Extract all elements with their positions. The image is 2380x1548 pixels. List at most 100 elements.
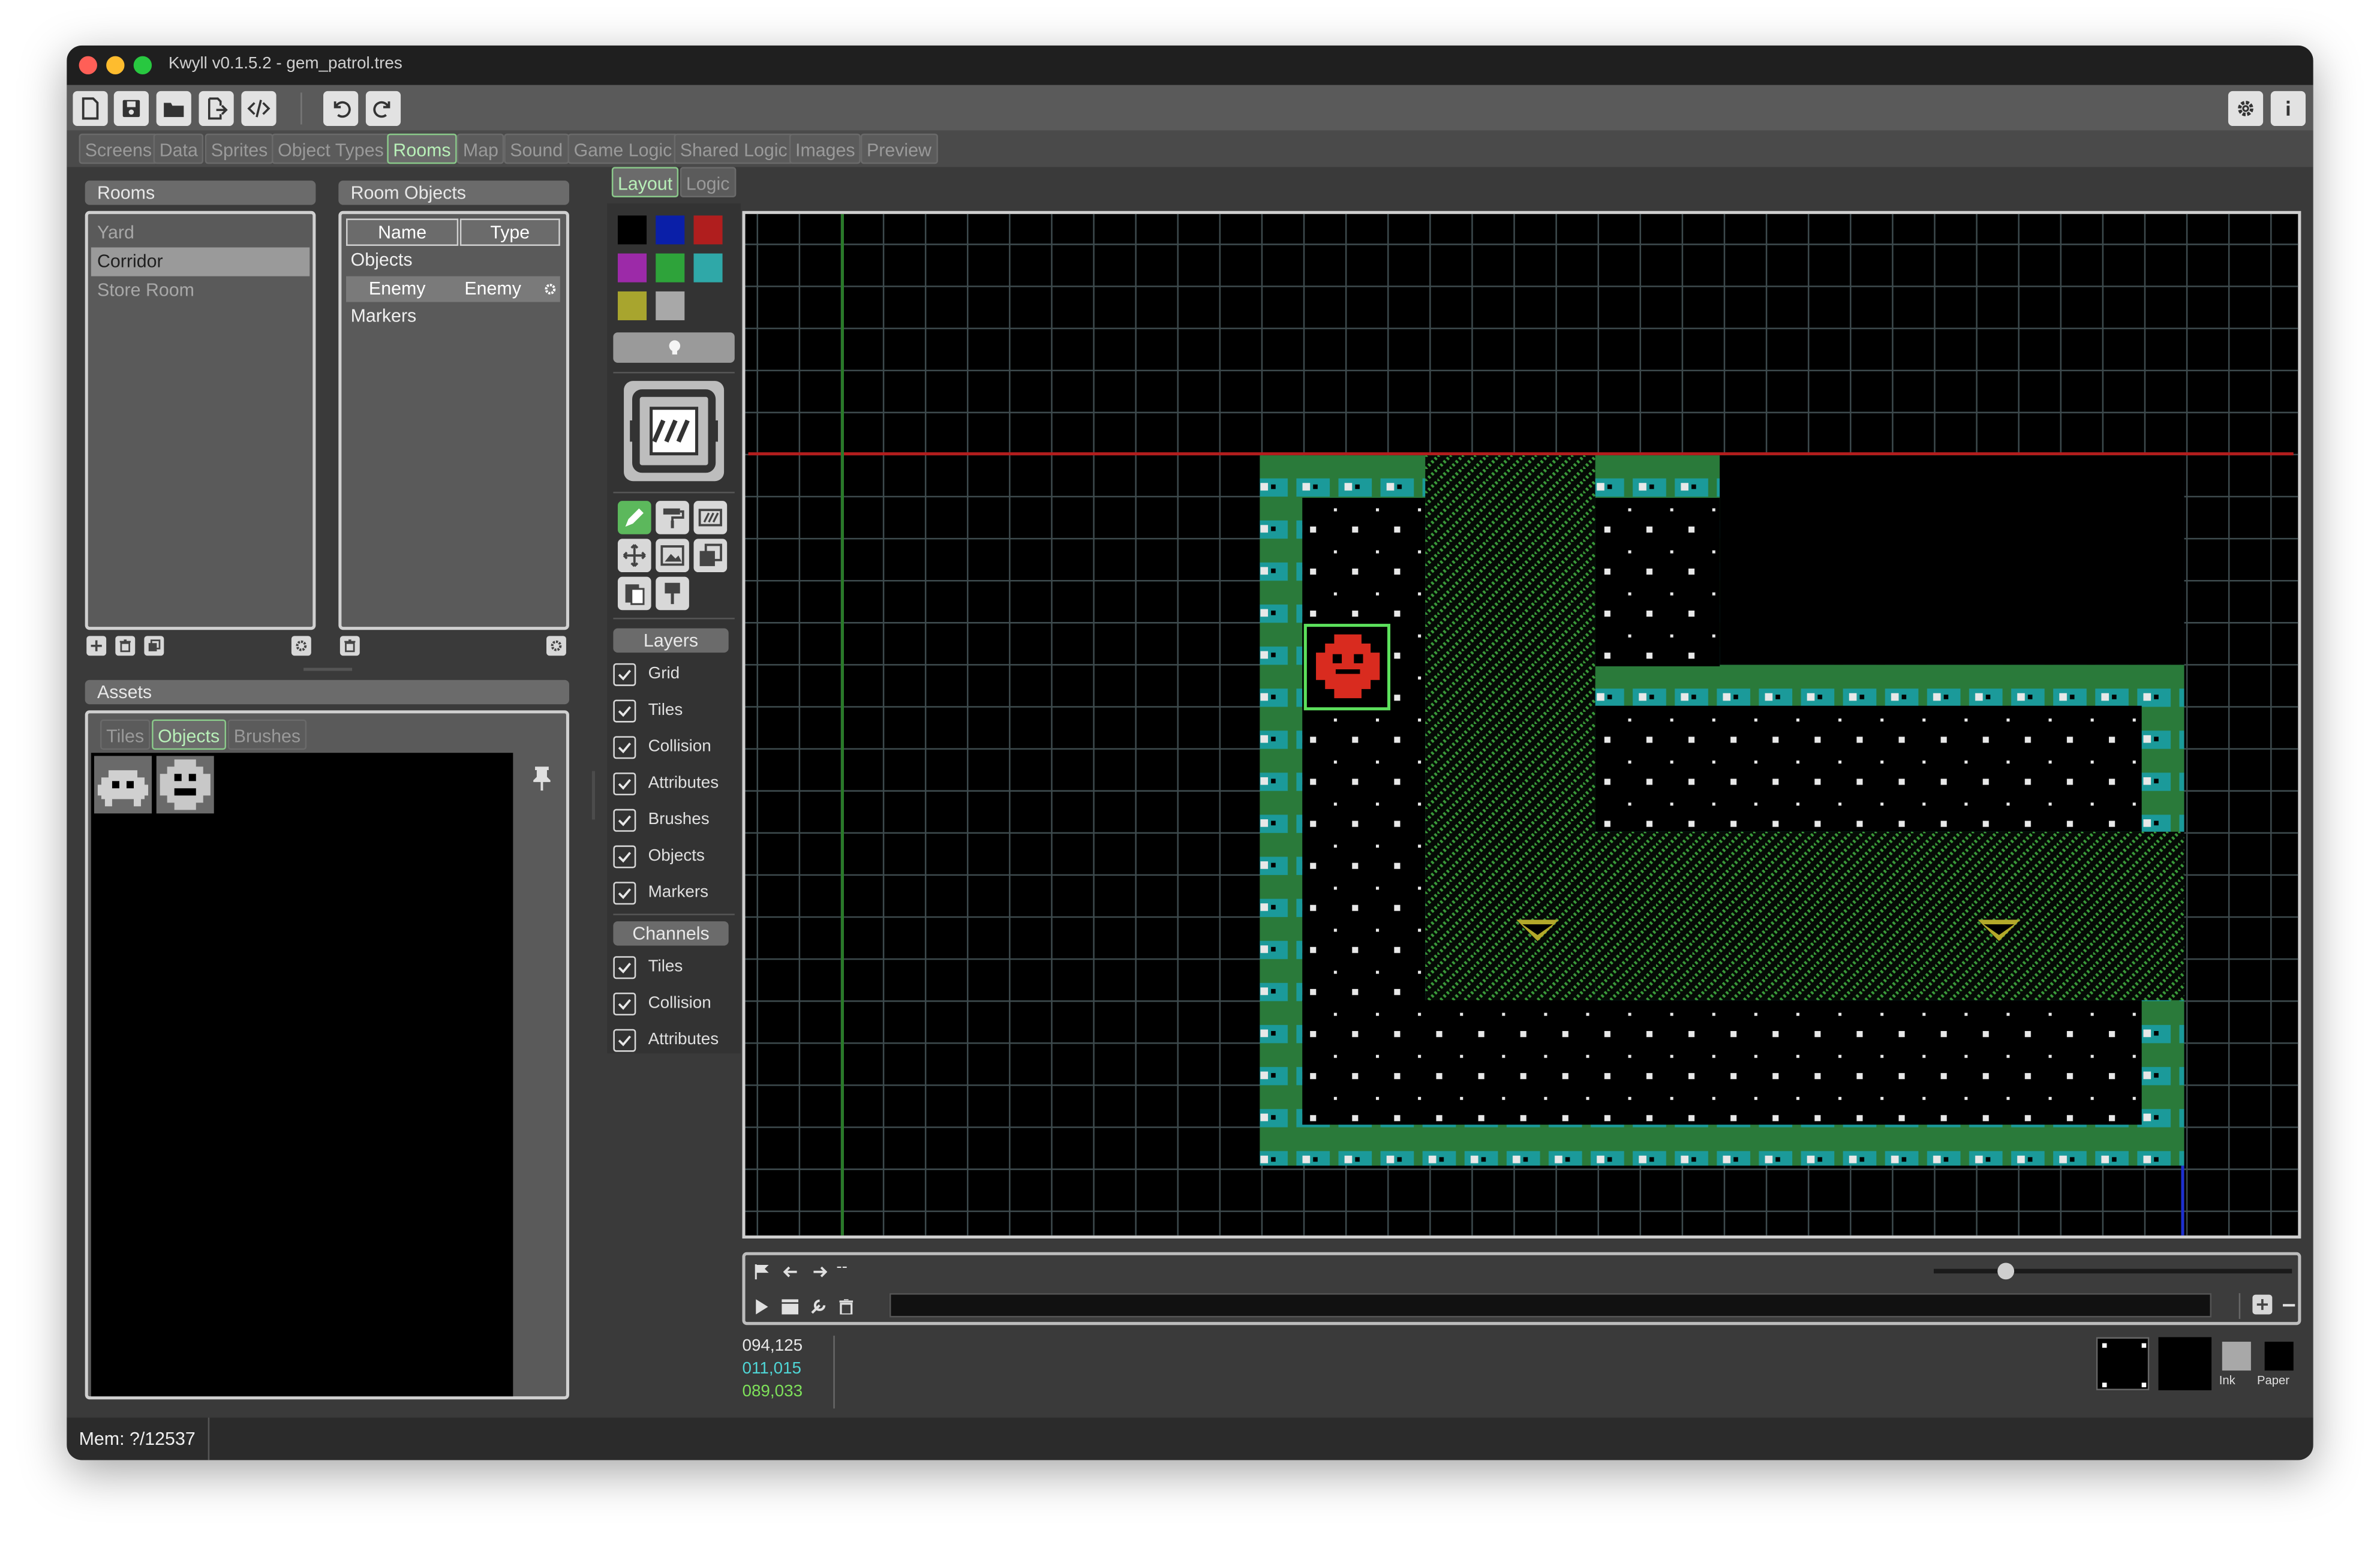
channel-collision-toggle[interactable]: Collision — [613, 987, 731, 1020]
checkbox[interactable] — [613, 699, 636, 722]
color-swatch-red[interactable] — [693, 215, 723, 245]
color-swatch-black[interactable] — [617, 215, 647, 245]
channel-attributes-toggle[interactable]: Attributes — [613, 1023, 731, 1057]
duplicate-room-button[interactable] — [144, 636, 164, 656]
tab-images[interactable]: Images — [789, 133, 861, 164]
save-button[interactable] — [113, 91, 149, 127]
info-button[interactable] — [2270, 91, 2306, 127]
minimize-window-button[interactable] — [106, 56, 125, 74]
wrench-icon[interactable] — [810, 1299, 826, 1314]
tab-sprites[interactable]: Sprites — [205, 133, 274, 164]
checkbox[interactable] — [613, 1028, 636, 1051]
layer-grid-toggle[interactable]: Grid — [613, 657, 731, 691]
channel-tiles-toggle[interactable]: Tiles — [613, 950, 731, 984]
tab-sound[interactable]: Sound — [504, 133, 569, 164]
flag-icon[interactable] — [755, 1264, 770, 1280]
open-button[interactable] — [156, 91, 191, 127]
current-brush-preview[interactable] — [624, 381, 725, 482]
enemy-object-icon[interactable] — [156, 756, 214, 814]
room-layout-view[interactable] — [745, 214, 2298, 1236]
color-swatch-green[interactable] — [656, 253, 685, 282]
column-header-name[interactable]: Name — [345, 218, 459, 246]
tree-group-objects[interactable]: Objects — [351, 249, 413, 270]
color-swatch-white[interactable] — [656, 291, 685, 320]
minus-icon[interactable] — [2281, 1299, 2296, 1311]
pin-button[interactable] — [516, 753, 567, 804]
roller-tool-button[interactable] — [656, 501, 689, 534]
color-swatch-cyan[interactable] — [693, 253, 723, 282]
bright-toggle-button[interactable] — [613, 332, 735, 363]
layer-tiles-toggle[interactable]: Tiles — [613, 693, 731, 727]
checkbox[interactable] — [613, 844, 636, 868]
tab-rooms[interactable]: Rooms — [387, 133, 457, 164]
checkbox[interactable] — [613, 991, 636, 1015]
undo-button[interactable] — [323, 91, 359, 127]
panel-splitter[interactable] — [303, 668, 353, 671]
tab-screens[interactable]: Screens — [79, 133, 158, 164]
zoom-window-button[interactable] — [133, 56, 152, 74]
color-swatch-magenta[interactable] — [617, 253, 647, 282]
play-icon[interactable] — [755, 1299, 770, 1315]
gear-icon[interactable] — [543, 282, 557, 296]
checkbox[interactable] — [613, 662, 636, 686]
paper-swatch[interactable] — [2264, 1342, 2294, 1371]
tab-game-logic[interactable]: Game Logic — [567, 133, 678, 164]
checkbox[interactable] — [613, 881, 636, 904]
stamp-tool-button[interactable] — [693, 501, 728, 534]
move-tool-button[interactable] — [617, 539, 651, 573]
arrow-left-icon[interactable] — [783, 1264, 798, 1279]
add-room-button[interactable] — [86, 636, 107, 656]
object-settings-button[interactable] — [546, 636, 566, 656]
tab-shared-logic[interactable]: Shared Logic — [674, 133, 794, 164]
column-header-type[interactable]: Type — [459, 218, 560, 246]
tab-preview[interactable]: Preview — [860, 133, 938, 164]
layer-brushes-toggle[interactable]: Brushes — [613, 803, 731, 837]
add-frame-button[interactable] — [2252, 1294, 2273, 1315]
assets-tab-brushes[interactable]: Brushes — [227, 719, 307, 750]
checkbox[interactable] — [613, 808, 636, 831]
attribute-preview[interactable] — [2096, 1337, 2150, 1391]
layer-objects-toggle[interactable]: Objects — [613, 839, 731, 873]
zoom-slider-handle[interactable] — [1997, 1263, 2015, 1280]
room-settings-button[interactable] — [291, 636, 311, 656]
checkbox[interactable] — [613, 955, 636, 978]
trash-icon[interactable] — [839, 1299, 854, 1315]
tree-group-markers[interactable]: Markers — [351, 305, 417, 326]
attribute-preview-plain[interactable] — [2158, 1337, 2212, 1391]
timeline-track[interactable] — [889, 1293, 2212, 1318]
tab-map[interactable]: Map — [456, 133, 505, 164]
copy-tool-button[interactable] — [693, 539, 728, 573]
crab-object-icon[interactable] — [94, 756, 152, 814]
room-item-corridor[interactable]: Corridor — [91, 247, 310, 276]
checkbox[interactable] — [613, 771, 636, 795]
paste-tool-button[interactable] — [617, 576, 651, 611]
tab-layout[interactable]: Layout — [611, 167, 679, 197]
fill-tool-button[interactable] — [656, 576, 689, 611]
select-tool-button[interactable] — [656, 539, 689, 573]
delete-room-button[interactable] — [115, 636, 136, 656]
tab-data[interactable]: Data — [153, 133, 205, 164]
checkbox[interactable] — [613, 735, 636, 759]
zoom-slider-track[interactable] — [1933, 1269, 2292, 1274]
settings-button[interactable] — [2228, 91, 2264, 127]
ink-swatch[interactable] — [2222, 1342, 2251, 1371]
code-button[interactable] — [241, 91, 277, 127]
export-button[interactable] — [199, 91, 234, 127]
close-window-button[interactable] — [79, 56, 97, 74]
paint-tool-button[interactable] — [617, 501, 651, 534]
color-swatch-yellow[interactable] — [617, 291, 647, 320]
layer-attributes-toggle[interactable]: Attributes — [613, 767, 731, 800]
tree-row-enemy[interactable]: Enemy Enemy — [345, 276, 560, 302]
clapperboard-icon[interactable] — [782, 1299, 799, 1315]
assets-tab-objects[interactable]: Objects — [152, 719, 226, 750]
arrow-right-icon[interactable] — [812, 1264, 828, 1279]
tab-object-types[interactable]: Object Types — [271, 133, 390, 164]
delete-object-button[interactable] — [339, 636, 360, 656]
layer-collision-toggle[interactable]: Collision — [613, 730, 731, 764]
vertical-splitter[interactable] — [591, 771, 595, 820]
room-item-store-room[interactable]: Store Room — [91, 276, 309, 305]
assets-tab-tiles[interactable]: Tiles — [100, 719, 151, 750]
color-swatch-blue[interactable] — [656, 215, 685, 245]
room-canvas[interactable] — [742, 211, 2301, 1239]
redo-button[interactable] — [365, 91, 401, 127]
